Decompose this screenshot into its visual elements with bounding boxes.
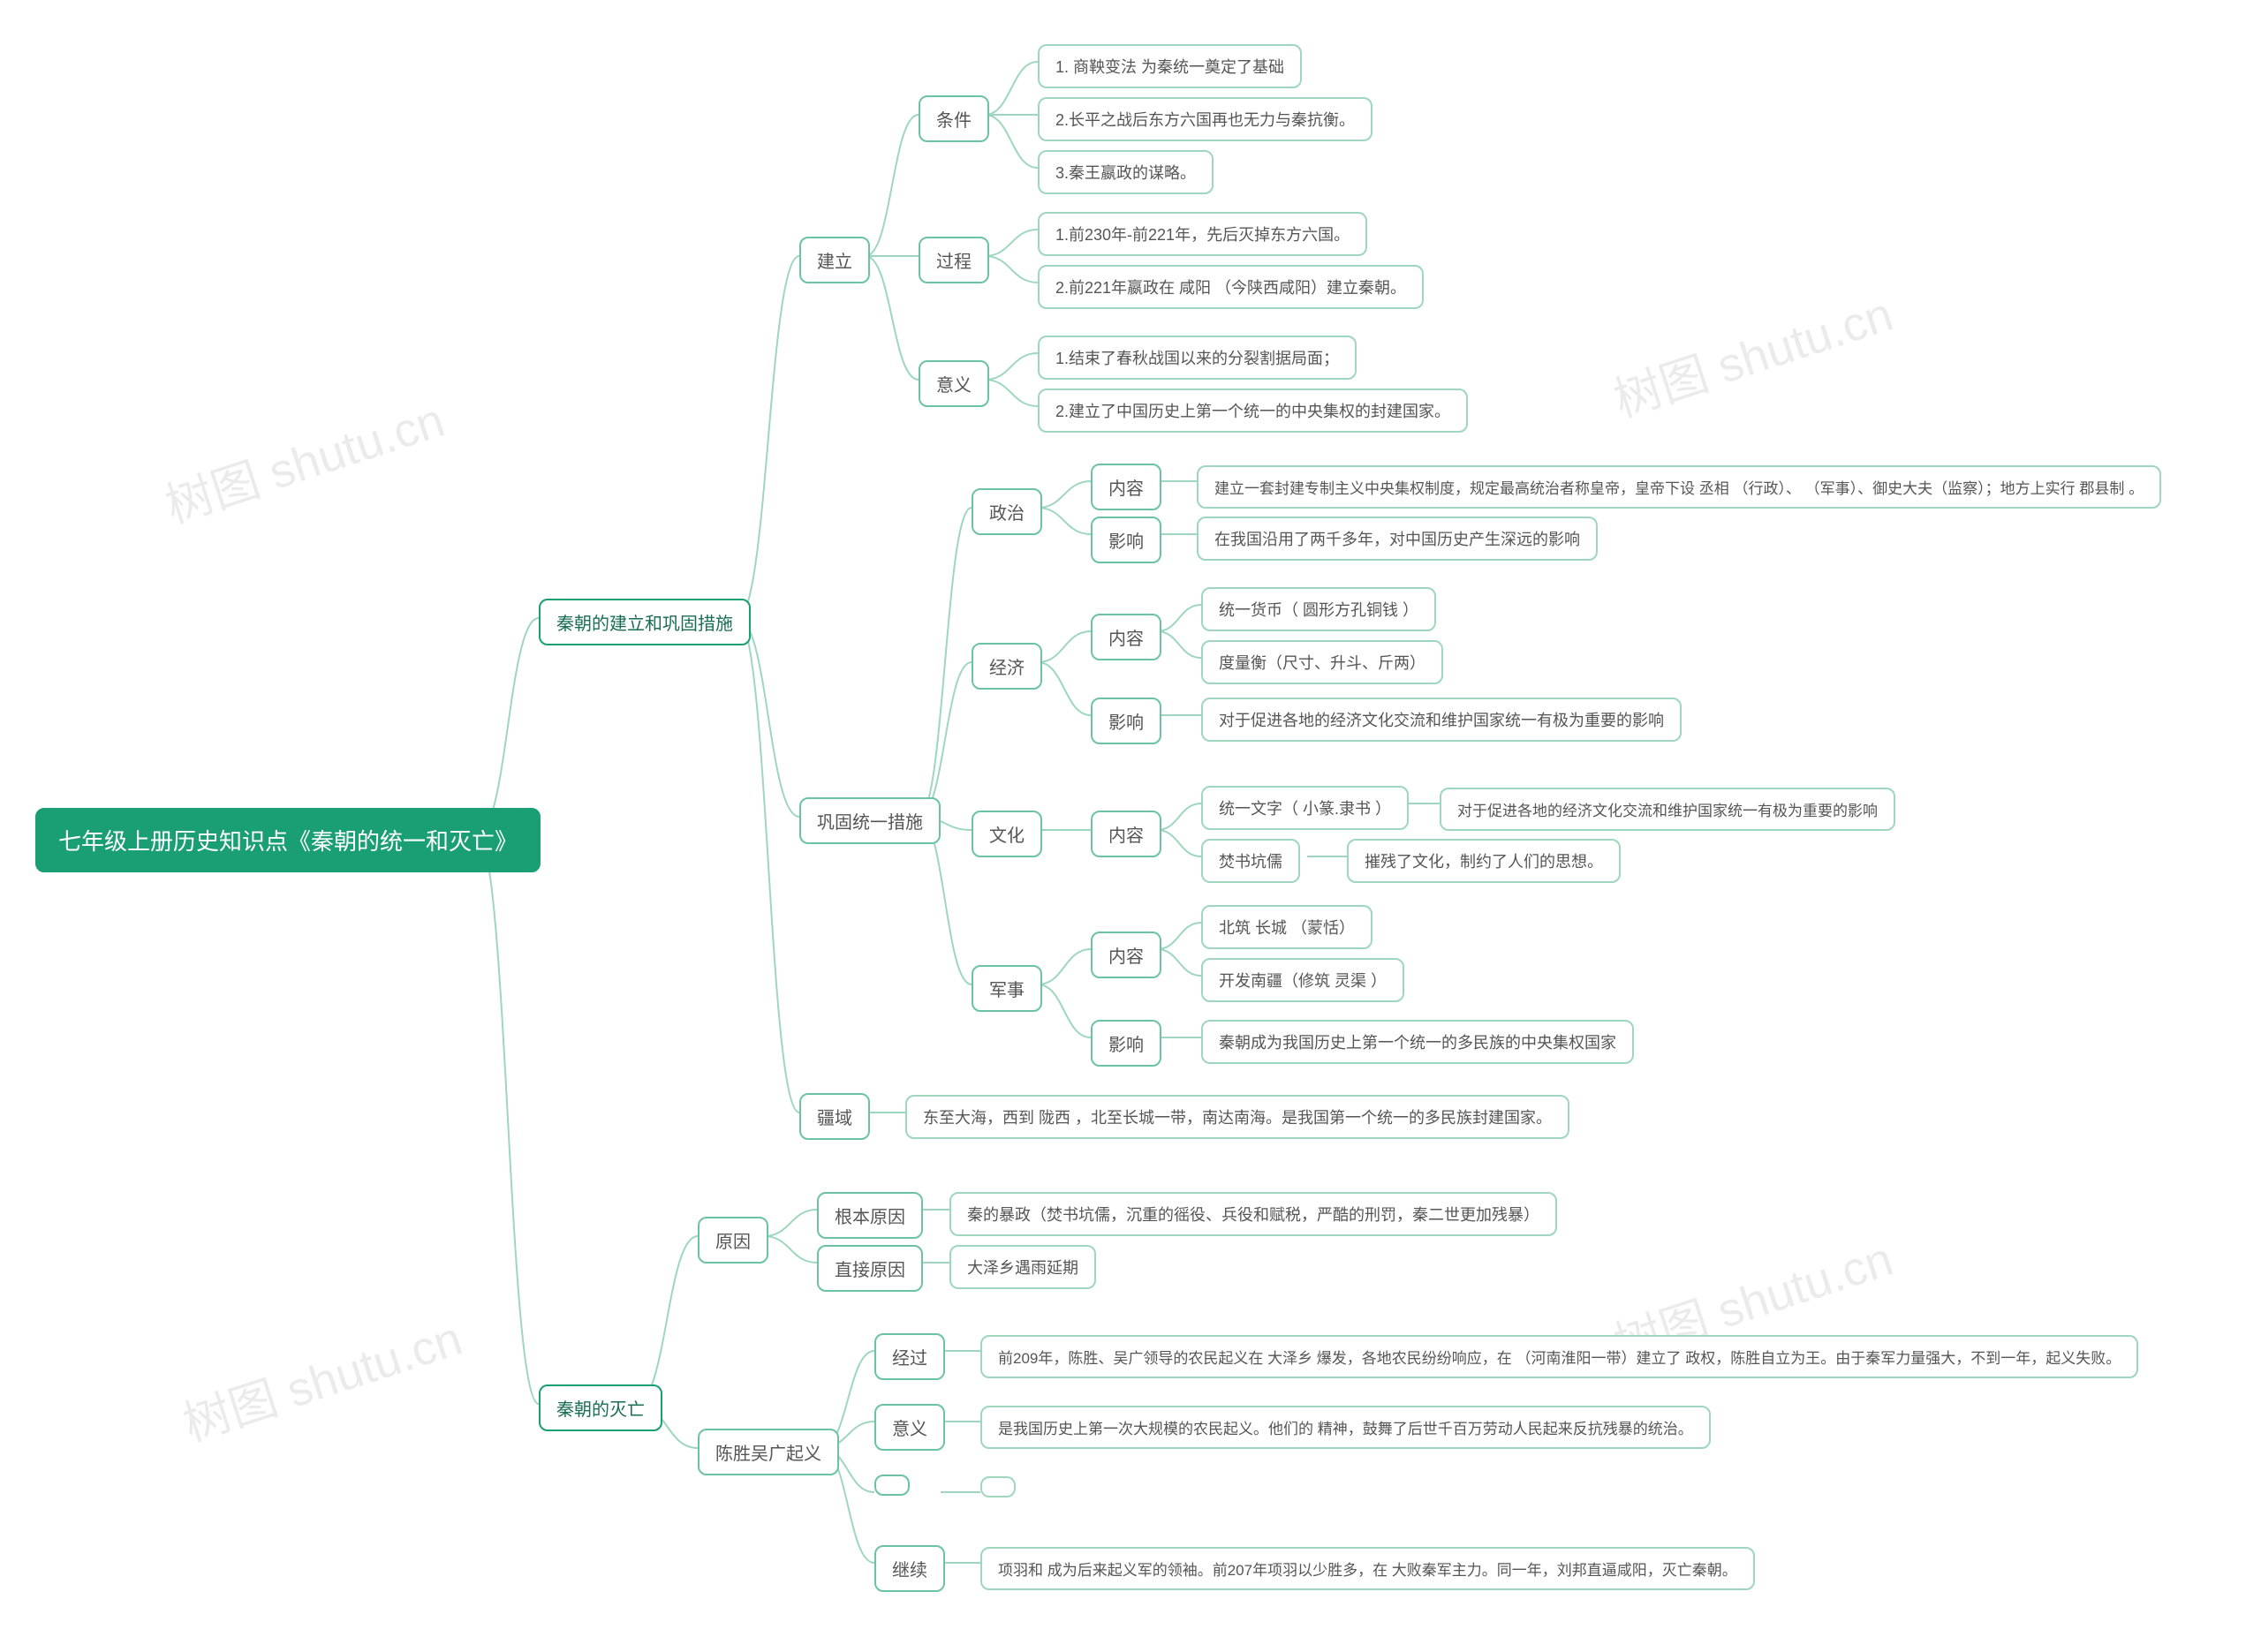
node-military-impact[interactable]: 影响 (1091, 1020, 1161, 1067)
leaf-uprising-process: 前209年，陈胜、吴广领导的农民起义在 大泽乡 爆发，各地农民纷纷响应，在 （河… (980, 1335, 2138, 1378)
node-direct-cause[interactable]: 直接原因 (817, 1245, 923, 1292)
watermark: 树图 shutu.cn (173, 1299, 470, 1454)
node-significance[interactable]: 意义 (919, 360, 989, 407)
root-node[interactable]: 七年级上册历史知识点《秦朝的统一和灭亡》 (35, 808, 541, 872)
node-uprising[interactable]: 陈胜吴广起义 (698, 1429, 839, 1475)
leaf-economy-currency: 统一货币（ 圆形方孔铜钱 ） (1201, 587, 1436, 631)
leaf-cond-1: 1. 商鞅变法 为秦统一奠定了基础 (1038, 44, 1302, 88)
leaf-proc-2: 2.前221年嬴政在 咸阳 （今陕西咸阳）建立秦朝。 (1038, 265, 1424, 309)
node-process[interactable]: 过程 (919, 237, 989, 283)
leaf-military-impact: 秦朝成为我国历史上第一个统一的多民族的中央集权国家 (1201, 1020, 1634, 1064)
leaf-culture-script-impact: 对于促进各地的经济文化交流和维护国家统一有极为重要的影响 (1440, 788, 1895, 831)
leaf-politics-content: 建立一套封建专制主义中央集权制度，规定最高统治者称皇帝，皇帝下设 丞相 （行政）… (1197, 465, 2161, 509)
node-fall-reason[interactable]: 原因 (698, 1217, 768, 1264)
leaf-cond-3: 3.秦王嬴政的谋略。 (1038, 150, 1214, 194)
node-uprising-sig[interactable]: 意义 (874, 1404, 945, 1451)
node-military-content[interactable]: 内容 (1091, 932, 1161, 978)
leaf-military-wall: 北筑 长城 （蒙恬） (1201, 905, 1372, 949)
node-uprising-cont-spacer (874, 1475, 910, 1496)
branch-establish-consolidate[interactable]: 秦朝的建立和巩固措施 (539, 599, 751, 645)
leaf-economy-impact: 对于促进各地的经济文化交流和维护国家统一有极为重要的影响 (1201, 698, 1682, 742)
leaf-culture-burn: 焚书坑儒 (1201, 839, 1300, 883)
leaf-uprising-continue-dup (980, 1476, 1016, 1497)
node-politics[interactable]: 政治 (972, 488, 1042, 535)
leaf-politics-impact: 在我国沿用了两千多年，对中国历史产生深远的影响 (1197, 517, 1598, 561)
leaf-economy-measure: 度量衡（尺寸、升斗、斤两） (1201, 640, 1443, 684)
leaf-proc-1: 1.前230年-前221年，先后灭掉东方六国。 (1038, 212, 1367, 256)
leaf-cond-2: 2.长平之战后东方六国再也无力与秦抗衡。 (1038, 97, 1372, 141)
node-culture-content[interactable]: 内容 (1091, 811, 1161, 857)
node-uprising-process[interactable]: 经过 (874, 1333, 945, 1380)
mindmap-canvas: { "watermark": "树图 shutu.cn", "root": "七… (0, 0, 2261, 1652)
node-territory[interactable]: 疆域 (799, 1093, 870, 1140)
leaf-uprising-sig: 是我国历史上第一次大规模的农民起义。他们的 精神，鼓舞了后世千百万劳动人民起来反… (980, 1406, 1711, 1449)
leaf-military-south: 开发南疆（修筑 灵渠 ） (1201, 958, 1404, 1002)
leaf-territory: 东至大海，西到 陇西 ，北至长城一带，南达南海。是我国第一个统一的多民族封建国家… (905, 1095, 1569, 1139)
node-economy-content[interactable]: 内容 (1091, 614, 1161, 660)
leaf-culture-burn-impact: 摧残了文化，制约了人们的思想。 (1347, 839, 1621, 883)
node-economy[interactable]: 经济 (972, 643, 1042, 690)
node-military[interactable]: 军事 (972, 965, 1042, 1012)
node-politics-content[interactable]: 内容 (1091, 464, 1161, 510)
branch-fall[interactable]: 秦朝的灭亡 (539, 1384, 662, 1431)
leaf-sig-2: 2.建立了中国历史上第一个统一的中央集权的封建国家。 (1038, 388, 1468, 433)
leaf-sig-1: 1.结束了春秋战国以来的分裂割据局面； (1038, 336, 1357, 380)
node-conditions[interactable]: 条件 (919, 95, 989, 142)
leaf-root-cause: 秦的暴政（焚书坑儒，沉重的徭役、兵役和赋税，严酷的刑罚，秦二世更加残暴） (949, 1192, 1557, 1236)
node-economy-impact[interactable]: 影响 (1091, 698, 1161, 744)
node-establish[interactable]: 建立 (799, 237, 870, 283)
leaf-culture-script: 统一文字（ 小篆.隶书 ） (1201, 786, 1409, 830)
watermark: 树图 shutu.cn (1604, 275, 1901, 430)
node-uprising-continue2[interactable]: 继续 (874, 1545, 945, 1592)
leaf-uprising-continue: 项羽和 成为后来起义军的领袖。前207年项羽以少胜多，在 大败秦军主力。同一年，… (980, 1547, 1755, 1590)
node-root-cause[interactable]: 根本原因 (817, 1192, 923, 1239)
node-culture[interactable]: 文化 (972, 811, 1042, 857)
watermark: 树图 shutu.cn (155, 381, 452, 536)
node-consolidate[interactable]: 巩固统一措施 (799, 797, 941, 844)
node-politics-impact[interactable]: 影响 (1091, 517, 1161, 563)
leaf-direct-cause: 大泽乡遇雨延期 (949, 1245, 1096, 1289)
